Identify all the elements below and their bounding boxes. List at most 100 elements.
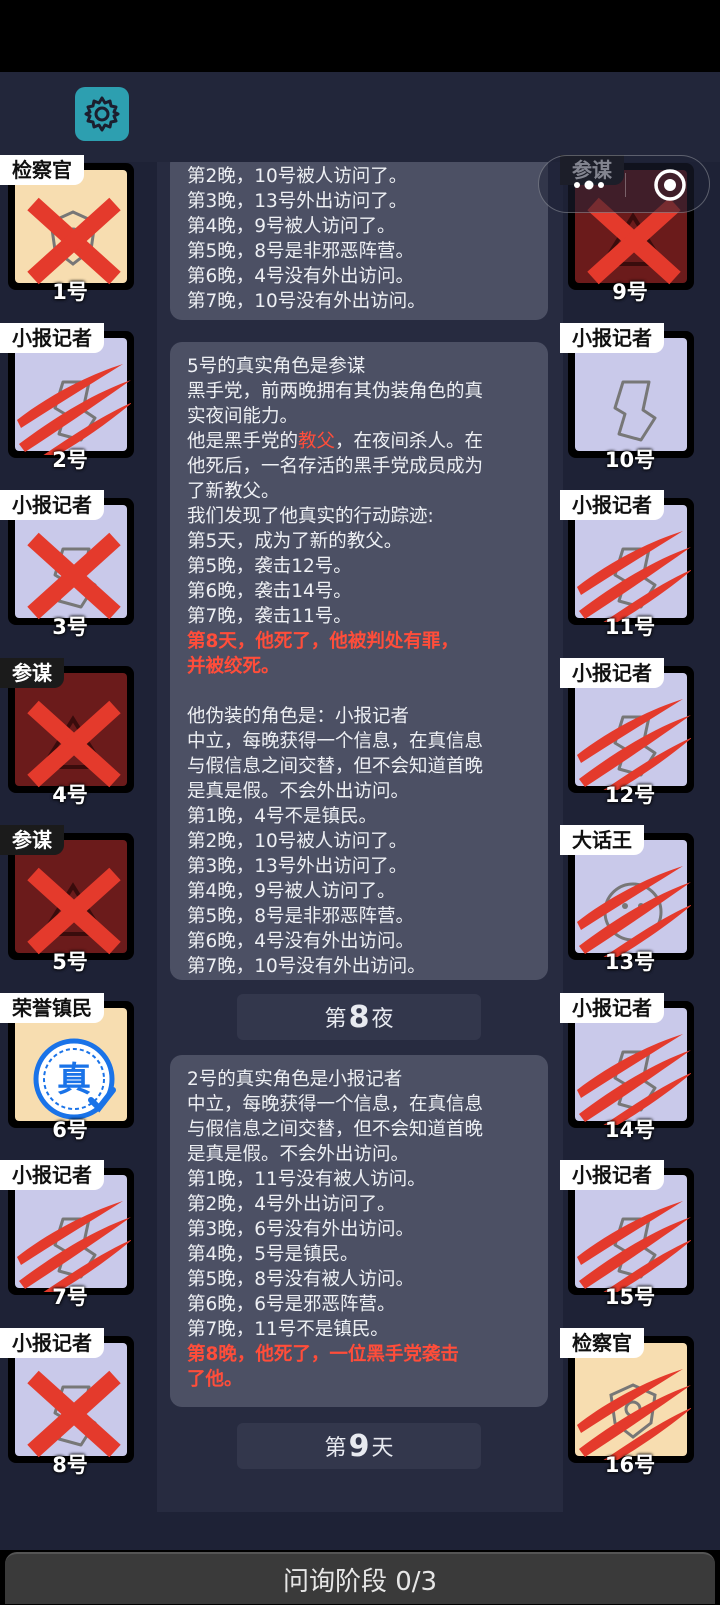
log-line: 他伪装的角色是：小报记者 xyxy=(187,706,410,727)
log-line: 第5晚，8号是非邪恶阵营。 xyxy=(187,906,415,927)
player-number: 1号 xyxy=(52,280,88,304)
log-line: 第2晚，10号被人访问了。 xyxy=(187,831,408,852)
player-number: 11号 xyxy=(604,615,656,639)
player-number: 6号 xyxy=(52,1117,88,1142)
player-card[interactable]: 真 荣誉镇民 6号 xyxy=(0,992,140,1153)
claw-mark-icon xyxy=(577,1368,691,1460)
day-divider: 第9天 xyxy=(237,1423,481,1469)
player-number: 9号 xyxy=(612,280,648,304)
log-highlight: 教父 xyxy=(298,431,336,452)
role-label: 小报记者 xyxy=(0,1327,104,1358)
log-line: 他是黑手党的教父，在夜间杀人。在 xyxy=(187,429,532,454)
status-bar xyxy=(0,0,720,72)
log-line: 第5晚，8号没有被人访问。 xyxy=(187,1269,415,1290)
claw-mark-icon xyxy=(577,531,691,622)
claw-mark-icon xyxy=(577,1201,691,1292)
player-card[interactable]: 参谋 5号 xyxy=(0,825,140,985)
player-number: 8号 xyxy=(52,1452,88,1477)
phase-label: 问询阶段 0/3 xyxy=(282,1566,438,1597)
player-card[interactable]: 小报记者 2号 xyxy=(0,322,140,483)
game-log[interactable]: 第2晚，10号被人访问了。 第3晚，13号外出访问了。 第4晚，9号被人访问了。… xyxy=(157,162,563,1512)
settings-button[interactable] xyxy=(75,87,129,141)
log-line: 黑手党，前两晚拥有其伪装角色的真 xyxy=(187,381,484,402)
divider-number: 9 xyxy=(348,1428,370,1464)
log-line: 第7晚，袭击11号。 xyxy=(187,606,352,627)
log-line: 第1晚，11号没有被人访问。 xyxy=(187,1169,426,1190)
claw-mark-icon xyxy=(577,1033,691,1125)
gear-icon xyxy=(84,96,120,132)
role-label: 参谋 xyxy=(0,825,64,855)
player-card[interactable]: 小报记者 8号 xyxy=(0,1327,140,1488)
player-number: 14号 xyxy=(604,1117,656,1142)
log-line: 第7晚，10号没有外出访问。 xyxy=(187,291,426,312)
log-line: 中立，每晚获得一个信息，在真信息 xyxy=(187,731,484,752)
log-text: 他是黑手党的 xyxy=(187,431,299,452)
log-line: 第5天，成为了新的教父。 xyxy=(187,531,403,552)
role-label: 荣誉镇民 xyxy=(0,992,104,1023)
player-card[interactable]: 小报记者 14号 xyxy=(560,992,700,1153)
player-number: 3号 xyxy=(52,615,88,639)
player-number: 10号 xyxy=(604,447,656,472)
player-card[interactable]: 参谋 4号 xyxy=(0,657,140,818)
player-card[interactable]: 小报记者 10号 xyxy=(560,322,700,483)
log-line: 第2晚，10号被人访问了。 xyxy=(187,166,408,187)
log-line: 第4晚，9号被人访问了。 xyxy=(187,881,396,902)
log-line: 第3晚，6号没有外出访问。 xyxy=(187,1219,415,1240)
log-line: 第7晚，10号没有外出访问。 xyxy=(187,956,426,977)
player-number: 12号 xyxy=(604,782,656,807)
more-dots-icon xyxy=(574,180,604,190)
log-line: 第6晚，4号没有外出访问。 xyxy=(187,266,415,287)
log-death-line: 第8天，他死了，他被判处有罪， xyxy=(187,631,459,652)
log-line: 第5晚，袭击12号。 xyxy=(187,556,352,577)
log-line: 中立，每晚获得一个信息，在真信息 xyxy=(187,1094,484,1115)
claw-mark-icon xyxy=(577,866,691,957)
role-symbol-icon xyxy=(613,380,657,441)
player-number: 2号 xyxy=(52,447,88,472)
phase-button[interactable]: 问询阶段 0/3 xyxy=(5,1552,715,1604)
player-card[interactable]: 检察官 16号 xyxy=(560,1327,700,1488)
log-line: 第1晚，4号不是镇民。 xyxy=(187,806,378,827)
svg-text:真: 真 xyxy=(57,1060,91,1100)
dead-cross-icon xyxy=(27,867,121,955)
player-card[interactable]: 大话王 13号 xyxy=(560,825,700,985)
log-line: 是真是假。不会外出访问。 xyxy=(187,1144,410,1165)
log-line: 第6晚，4号没有外出访问。 xyxy=(187,931,415,952)
capsule-close-button[interactable] xyxy=(651,166,689,204)
capsule-separator xyxy=(625,173,626,197)
player-card[interactable]: 小报记者 3号 xyxy=(0,490,140,650)
role-label: 大话王 xyxy=(560,825,644,855)
dead-cross-icon xyxy=(27,1370,121,1457)
player-number: 15号 xyxy=(604,1285,656,1309)
log-bubble-player2: 2号的真实角色是小报记者 中立，每晚获得一个信息，在真信息 与假信息之间交替，但… xyxy=(170,1055,548,1407)
role-label: 小报记者 xyxy=(560,657,664,688)
log-line: 是真是假。不会外出访问。 xyxy=(187,781,410,802)
log-line: 第5晚，8号是非邪恶阵营。 xyxy=(187,241,415,262)
player-number: 16号 xyxy=(604,1452,656,1477)
capsule-more-button[interactable] xyxy=(559,166,619,204)
log-line: 第4晚，5号是镇民。 xyxy=(187,1244,359,1265)
role-label: 检察官 xyxy=(0,155,84,185)
dead-cross-icon xyxy=(27,197,121,285)
dead-cross-icon xyxy=(27,700,121,787)
player-number: 4号 xyxy=(52,782,88,807)
player-card[interactable]: 检察官 1号 xyxy=(0,155,140,315)
log-bubble-player5: 5号的真实角色是参谋 黑手党，前两晚拥有其伪装角色的真 实夜间能力。 他是黑手党… xyxy=(170,342,548,980)
divider-number: 8 xyxy=(348,999,370,1035)
log-bubble-previous: 第2晚，10号被人访问了。 第3晚，13号外出访问了。 第4晚，9号被人访问了。… xyxy=(170,162,548,320)
log-death-line: 了他。 xyxy=(187,1369,243,1390)
role-label: 小报记者 xyxy=(560,1160,664,1190)
player-card[interactable]: 小报记者 12号 xyxy=(560,657,700,818)
log-death-line: 并被绞死。 xyxy=(187,656,280,677)
player-card[interactable]: 小报记者 7号 xyxy=(0,1160,140,1320)
player-card[interactable]: 小报记者 15号 xyxy=(560,1160,700,1320)
role-label: 小报记者 xyxy=(560,992,664,1023)
log-line: 5号的真实角色是参谋 xyxy=(187,356,366,377)
verified-seal-icon: 真 xyxy=(33,1038,116,1119)
log-line: 第2晚，4号外出访问了。 xyxy=(187,1194,396,1215)
player-card[interactable]: 小报记者 11号 xyxy=(560,490,700,650)
role-label: 小报记者 xyxy=(560,490,664,520)
player-number: 13号 xyxy=(604,950,656,974)
divider-text: 夜 xyxy=(371,1007,394,1032)
player-number: 5号 xyxy=(52,950,88,974)
divider-text: 天 xyxy=(371,1436,394,1461)
